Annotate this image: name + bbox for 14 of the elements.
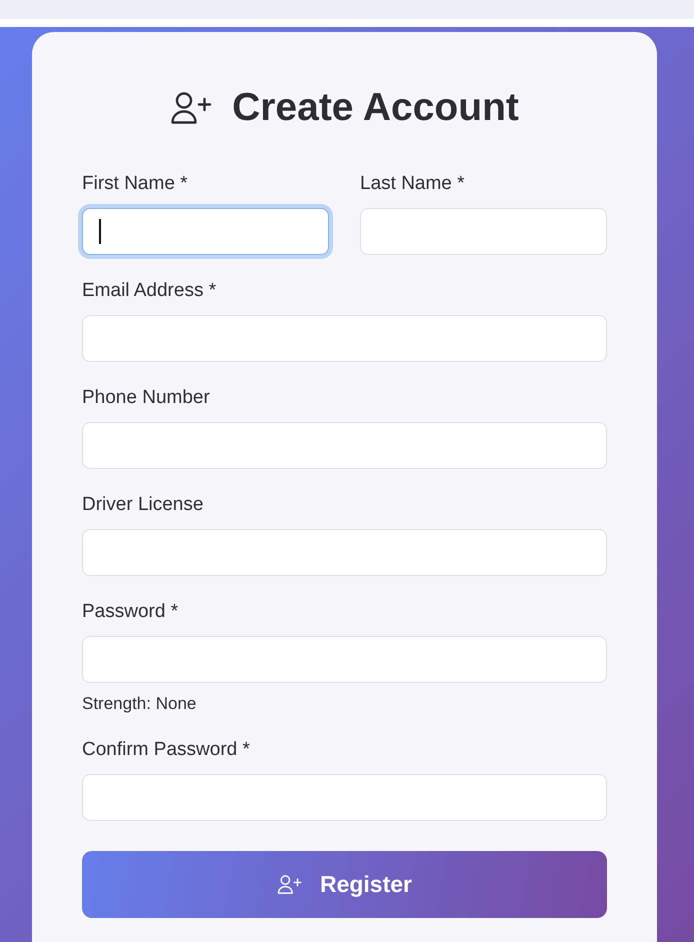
input-field[interactable] (82, 208, 329, 255)
register-button[interactable]: Register (82, 851, 607, 918)
person-add-icon (276, 875, 302, 894)
field-label: Last Name * (360, 172, 466, 196)
password-strength-text: Strength: None (82, 694, 198, 714)
field-label: Confirm Password * (82, 738, 251, 762)
field-label: Email Address * (82, 279, 218, 303)
person-add-icon (170, 92, 212, 124)
form-title: Create Account (232, 85, 519, 131)
field-label: Driver License (82, 493, 204, 517)
text-cursor-icon (99, 219, 100, 244)
field-label: Password * (82, 600, 180, 624)
field-label: Phone Number (82, 386, 211, 410)
field-label: First Name * (82, 172, 189, 196)
